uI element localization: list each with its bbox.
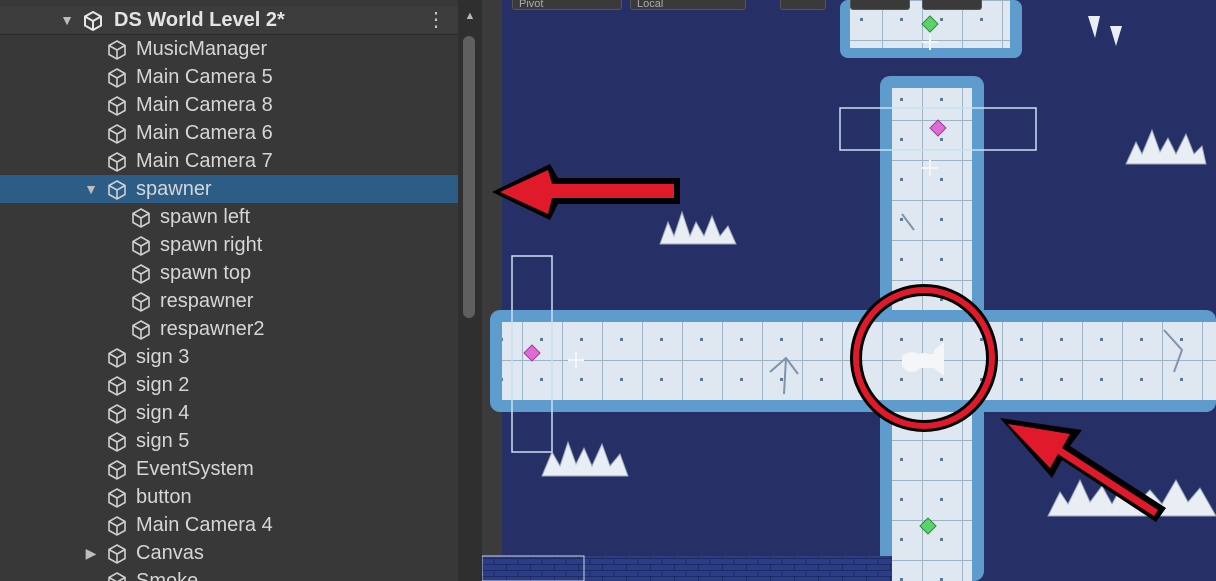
- hierarchy-item-label: Main Camera 8: [136, 94, 273, 116]
- gameobject-cube-icon: [108, 404, 126, 424]
- hierarchy-item[interactable]: respawner: [0, 287, 458, 315]
- hierarchy-scrollbar[interactable]: ▲: [458, 0, 482, 581]
- hierarchy-item[interactable]: sign 2: [0, 371, 458, 399]
- gameobject-cube-icon: [108, 460, 126, 480]
- hierarchy-item-label: MusicManager: [136, 38, 268, 60]
- hierarchy-item-label: sign 3: [136, 346, 190, 368]
- hierarchy-item-label: respawner2: [160, 318, 265, 340]
- gameobject-cube-icon: [108, 96, 126, 116]
- gameobject-cube-icon: [132, 264, 150, 284]
- hierarchy-item[interactable]: ▼ spawner: [0, 175, 458, 203]
- hierarchy-item-label: Main Camera 4: [136, 514, 273, 536]
- hierarchy-item[interactable]: ▶ Canvas: [0, 539, 458, 567]
- grid-snap-button[interactable]: [780, 0, 826, 10]
- space-toggle[interactable]: Local: [630, 0, 746, 10]
- hierarchy-item[interactable]: Main Camera 7: [0, 147, 458, 175]
- gameobject-cube-icon: [108, 180, 126, 200]
- hierarchy-item[interactable]: button: [0, 483, 458, 511]
- hierarchy-item[interactable]: spawn top: [0, 259, 458, 287]
- hierarchy-item[interactable]: Main Camera 8: [0, 91, 458, 119]
- hierarchy-item[interactable]: sign 4: [0, 399, 458, 427]
- gameobject-cube-icon: [132, 292, 150, 312]
- gameobject-cube-icon: [132, 208, 150, 228]
- hierarchy-item[interactable]: Main Camera 4: [0, 511, 458, 539]
- hierarchy-item[interactable]: spawn right: [0, 231, 458, 259]
- scene-canvas[interactable]: [482, 0, 1216, 581]
- unity-logo-icon: [84, 10, 102, 32]
- gameobject-cube-icon: [108, 544, 126, 564]
- triangle-expanded-icon[interactable]: ▼: [84, 175, 98, 203]
- hierarchy-panel: ▼ DS World Level 2* ⋮ MusicManager Main C…: [0, 0, 482, 581]
- hierarchy-item-label: Main Camera 7: [136, 150, 273, 172]
- hierarchy-item-label: sign 2: [136, 374, 190, 396]
- hierarchy-item[interactable]: EventSystem: [0, 455, 458, 483]
- hierarchy-item[interactable]: respawner2: [0, 315, 458, 343]
- hierarchy-item[interactable]: MusicManager: [0, 35, 458, 63]
- hierarchy-item-label: Main Camera 5: [136, 66, 273, 88]
- hierarchy-item-label: Canvas: [136, 542, 204, 564]
- hierarchy-item-label: spawn left: [160, 206, 251, 228]
- hierarchy-item-label: respawner: [160, 290, 254, 312]
- gameobject-cube-icon: [108, 152, 126, 172]
- hierarchy-item-label: spawner: [136, 178, 212, 200]
- hierarchy-item[interactable]: Smoke: [0, 567, 458, 581]
- gameobject-cube-icon: [132, 236, 150, 256]
- hierarchy-item-label: EventSystem: [136, 458, 254, 480]
- hierarchy-item-label: spawn right: [160, 234, 263, 256]
- hierarchy-scene-row[interactable]: ▼ DS World Level 2* ⋮: [0, 6, 458, 35]
- hierarchy-item-label: Smoke: [136, 570, 199, 581]
- scene-name: DS World Level 2*: [114, 9, 285, 31]
- scene-view[interactable]: Pivot Local: [482, 0, 1216, 581]
- hierarchy-item[interactable]: spawn left: [0, 203, 458, 231]
- kebab-menu-icon[interactable]: ⋮: [426, 6, 446, 34]
- hierarchy-item[interactable]: sign 5: [0, 427, 458, 455]
- expand-arrow-icon[interactable]: ▼: [60, 6, 74, 34]
- gameobject-cube-icon: [108, 40, 126, 60]
- triangle-collapsed-icon[interactable]: ▶: [84, 539, 98, 567]
- hierarchy-item-label: spawn top: [160, 262, 252, 284]
- gameobject-cube-icon: [108, 488, 126, 508]
- hierarchy-item-label: Main Camera 6: [136, 122, 273, 144]
- hierarchy-item-label: button: [136, 486, 192, 508]
- gameobject-cube-icon: [108, 376, 126, 396]
- hierarchy-item[interactable]: Main Camera 6: [0, 119, 458, 147]
- gameobject-cube-icon: [132, 320, 150, 340]
- gameobject-cube-icon: [108, 348, 126, 368]
- toolbar-button[interactable]: [922, 0, 982, 10]
- scene-left-edge: [482, 0, 502, 581]
- gameobject-cube-icon: [108, 124, 126, 144]
- scroll-up-icon[interactable]: ▲: [458, 8, 482, 24]
- snap-increment-button[interactable]: [850, 0, 910, 10]
- hierarchy-item[interactable]: sign 3: [0, 343, 458, 371]
- hierarchy-item-label: sign 5: [136, 430, 190, 452]
- gameobject-cube-icon: [108, 68, 126, 88]
- gameobject-cube-icon: [108, 572, 126, 581]
- scrollbar-thumb[interactable]: [463, 36, 475, 318]
- gameobject-cube-icon: [108, 432, 126, 452]
- gameobject-cube-icon: [108, 516, 126, 536]
- pivot-toggle[interactable]: Pivot: [512, 0, 622, 10]
- hierarchy-item[interactable]: Main Camera 5: [0, 63, 458, 91]
- bottom-bricks: [482, 556, 892, 581]
- hierarchy-item-label: sign 4: [136, 402, 190, 424]
